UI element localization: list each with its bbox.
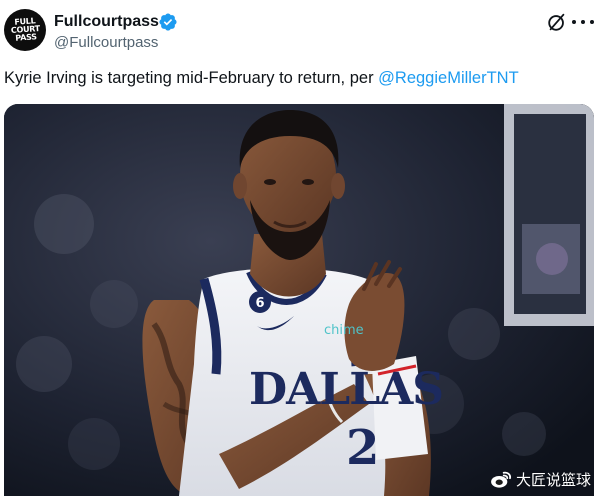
avatar-logo: FULL COURT PASS [10, 16, 40, 43]
avatar[interactable]: FULL COURT PASS [4, 9, 46, 51]
watermark: 大匠说篮球 [490, 470, 591, 490]
verified-badge-icon [159, 13, 177, 31]
more-horizontal-icon[interactable] [572, 14, 594, 30]
collar-number: 6 [255, 296, 264, 311]
jersey-number: 2 [346, 420, 379, 476]
grok-slash-circle-icon[interactable] [546, 11, 568, 33]
mention-link[interactable]: @ReggieMillerTNT [378, 69, 519, 87]
jersey-lettering: DALLAS [249, 364, 443, 415]
watermark-text: 大匠说篮球 [516, 471, 592, 489]
sponsor-text: chime [324, 323, 364, 338]
tweet-body: Kyrie Irving is targeting mid-February t… [4, 69, 379, 87]
author-handle[interactable]: @Fullcourtpass [54, 34, 158, 52]
dot [581, 20, 585, 24]
tweet-media-image[interactable]: 6 chime DALLAS 2 [4, 104, 594, 496]
tweet-text: Kyrie Irving is targeting mid-February t… [4, 66, 594, 90]
dot [590, 20, 594, 24]
player-photo: 6 chime DALLAS 2 [4, 104, 594, 496]
author-display-name[interactable]: Fullcourtpass [54, 12, 159, 32]
weibo-icon [491, 471, 512, 488]
dot [572, 20, 576, 24]
